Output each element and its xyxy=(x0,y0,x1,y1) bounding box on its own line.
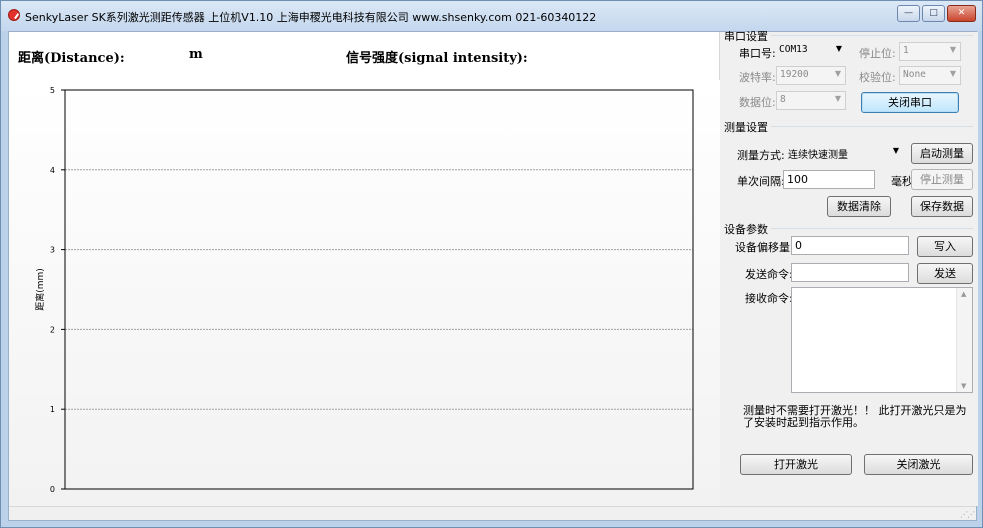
chevron-down-icon: ▼ xyxy=(892,146,899,155)
baud-value: 19200 xyxy=(780,69,809,80)
plot-frame xyxy=(64,89,694,490)
stop-measure-button[interactable]: 停止测量 xyxy=(911,169,973,190)
app-logo-icon xyxy=(8,9,20,21)
distance-chart: 0 1 2 3 4 5 距离(mm) xyxy=(9,80,720,506)
y-tick-label: 1 xyxy=(50,405,55,414)
stopbit-select[interactable]: 1 ▼ xyxy=(899,42,961,61)
measure-group-divider xyxy=(771,126,973,127)
minimize-button[interactable]: — xyxy=(897,5,920,22)
client-area: 距离(Distance): m 信号强度(signal intensity): … xyxy=(8,30,978,521)
resize-grip-icon[interactable]: ⋰⋰ xyxy=(960,510,975,519)
y-tick-label: 5 xyxy=(50,86,55,95)
signal-intensity-label: 信号强度(signal intensity): xyxy=(346,51,528,66)
y-axis-label: 距离(mm) xyxy=(34,268,46,311)
y-tick-label: 0 xyxy=(50,485,55,494)
mode-select[interactable]: 连续快速测量 ▼ xyxy=(785,144,903,163)
maximize-button[interactable]: □ xyxy=(922,5,945,22)
scroll-down-icon[interactable]: ▼ xyxy=(961,382,966,390)
databits-label: 数据位: xyxy=(739,96,776,109)
chevron-down-icon: ▼ xyxy=(834,69,841,78)
scroll-up-icon[interactable]: ▲ xyxy=(961,290,966,298)
parity-value: None xyxy=(903,69,926,80)
title-bar[interactable]: SenkyLaser SK系列激光测距传感器 上位机V1.10 上海申稷光电科技… xyxy=(1,1,982,31)
y-tick-label: 4 xyxy=(50,166,55,175)
mode-label: 测量方式: xyxy=(737,149,785,162)
offset-label: 设备偏移量: xyxy=(735,241,794,254)
device-group-divider xyxy=(771,228,973,229)
device-params-title: 设备参数 xyxy=(724,223,768,236)
stopbit-label: 停止位: xyxy=(859,47,896,60)
serial-settings-title: 串口设置 xyxy=(724,30,768,43)
receive-command-textarea[interactable]: ▲ ▼ xyxy=(791,287,973,393)
distance-label: 距离(Distance): xyxy=(18,51,125,66)
stopbit-value: 1 xyxy=(903,45,909,56)
databits-select[interactable]: 8 ▼ xyxy=(776,91,846,110)
clear-data-button[interactable]: 数据清除 xyxy=(827,196,891,217)
measure-settings-title: 测量设置 xyxy=(724,121,768,134)
receive-scrollbar[interactable]: ▲ ▼ xyxy=(956,288,972,392)
close-port-button[interactable]: 关闭串口 xyxy=(861,92,959,113)
write-button[interactable]: 写入 xyxy=(917,236,973,257)
status-bar: ⋰⋰ xyxy=(9,506,976,520)
chart-panel: 距离(Distance): m 信号强度(signal intensity): … xyxy=(9,32,720,506)
interval-unit: 毫秒 xyxy=(891,175,913,188)
interval-label: 单次间隔: xyxy=(737,175,785,188)
settings-panel: 串口设置 串口号: COM13 ▼ 停止位: 1 ▼ 波特率: 19200 ▼ … xyxy=(721,30,978,506)
distance-unit: m xyxy=(189,47,203,62)
laser-off-button[interactable]: 关闭激光 xyxy=(864,454,973,475)
app-window: SenkyLaser SK系列激光测距传感器 上位机V1.10 上海申稷光电科技… xyxy=(0,0,983,528)
y-tick-label: 2 xyxy=(50,325,55,334)
start-measure-button[interactable]: 启动测量 xyxy=(911,143,973,164)
distance-chart-svg: 0 1 2 3 4 5 距离(mm) xyxy=(34,86,694,494)
chevron-down-icon: ▼ xyxy=(835,44,842,53)
mode-value: 连续快速测量 xyxy=(788,150,848,161)
y-tick-label: 3 xyxy=(50,246,55,255)
databits-value: 8 xyxy=(780,94,786,105)
port-select[interactable]: COM13 ▼ xyxy=(776,42,846,61)
baud-select[interactable]: 19200 ▼ xyxy=(776,66,846,85)
send-command-label: 发送命令: xyxy=(745,268,793,281)
port-label: 串口号: xyxy=(739,47,776,60)
interval-input[interactable]: 100 xyxy=(783,170,875,189)
send-command-input[interactable] xyxy=(791,263,909,282)
receive-command-label: 接收命令: xyxy=(745,292,793,305)
baud-label: 波特率: xyxy=(739,71,776,84)
chevron-down-icon: ▼ xyxy=(949,45,956,54)
send-button[interactable]: 发送 xyxy=(917,263,973,284)
close-button[interactable]: ✕ xyxy=(947,5,976,22)
save-data-button[interactable]: 保存数据 xyxy=(911,196,973,217)
serial-group-divider xyxy=(771,35,973,36)
offset-input[interactable]: 0 xyxy=(791,236,909,255)
port-value: COM13 xyxy=(779,44,808,55)
chevron-down-icon: ▼ xyxy=(949,69,956,78)
laser-on-button[interactable]: 打开激光 xyxy=(740,454,852,475)
window-title: SenkyLaser SK系列激光测距传感器 上位机V1.10 上海申稷光电科技… xyxy=(25,11,597,24)
laser-note: 测量时不需要打开激光！！ 此打开激光只是为了安装时起到指示作用。 xyxy=(743,404,967,429)
parity-select[interactable]: None ▼ xyxy=(899,66,961,85)
chevron-down-icon: ▼ xyxy=(834,94,841,103)
parity-label: 校验位: xyxy=(859,71,896,84)
